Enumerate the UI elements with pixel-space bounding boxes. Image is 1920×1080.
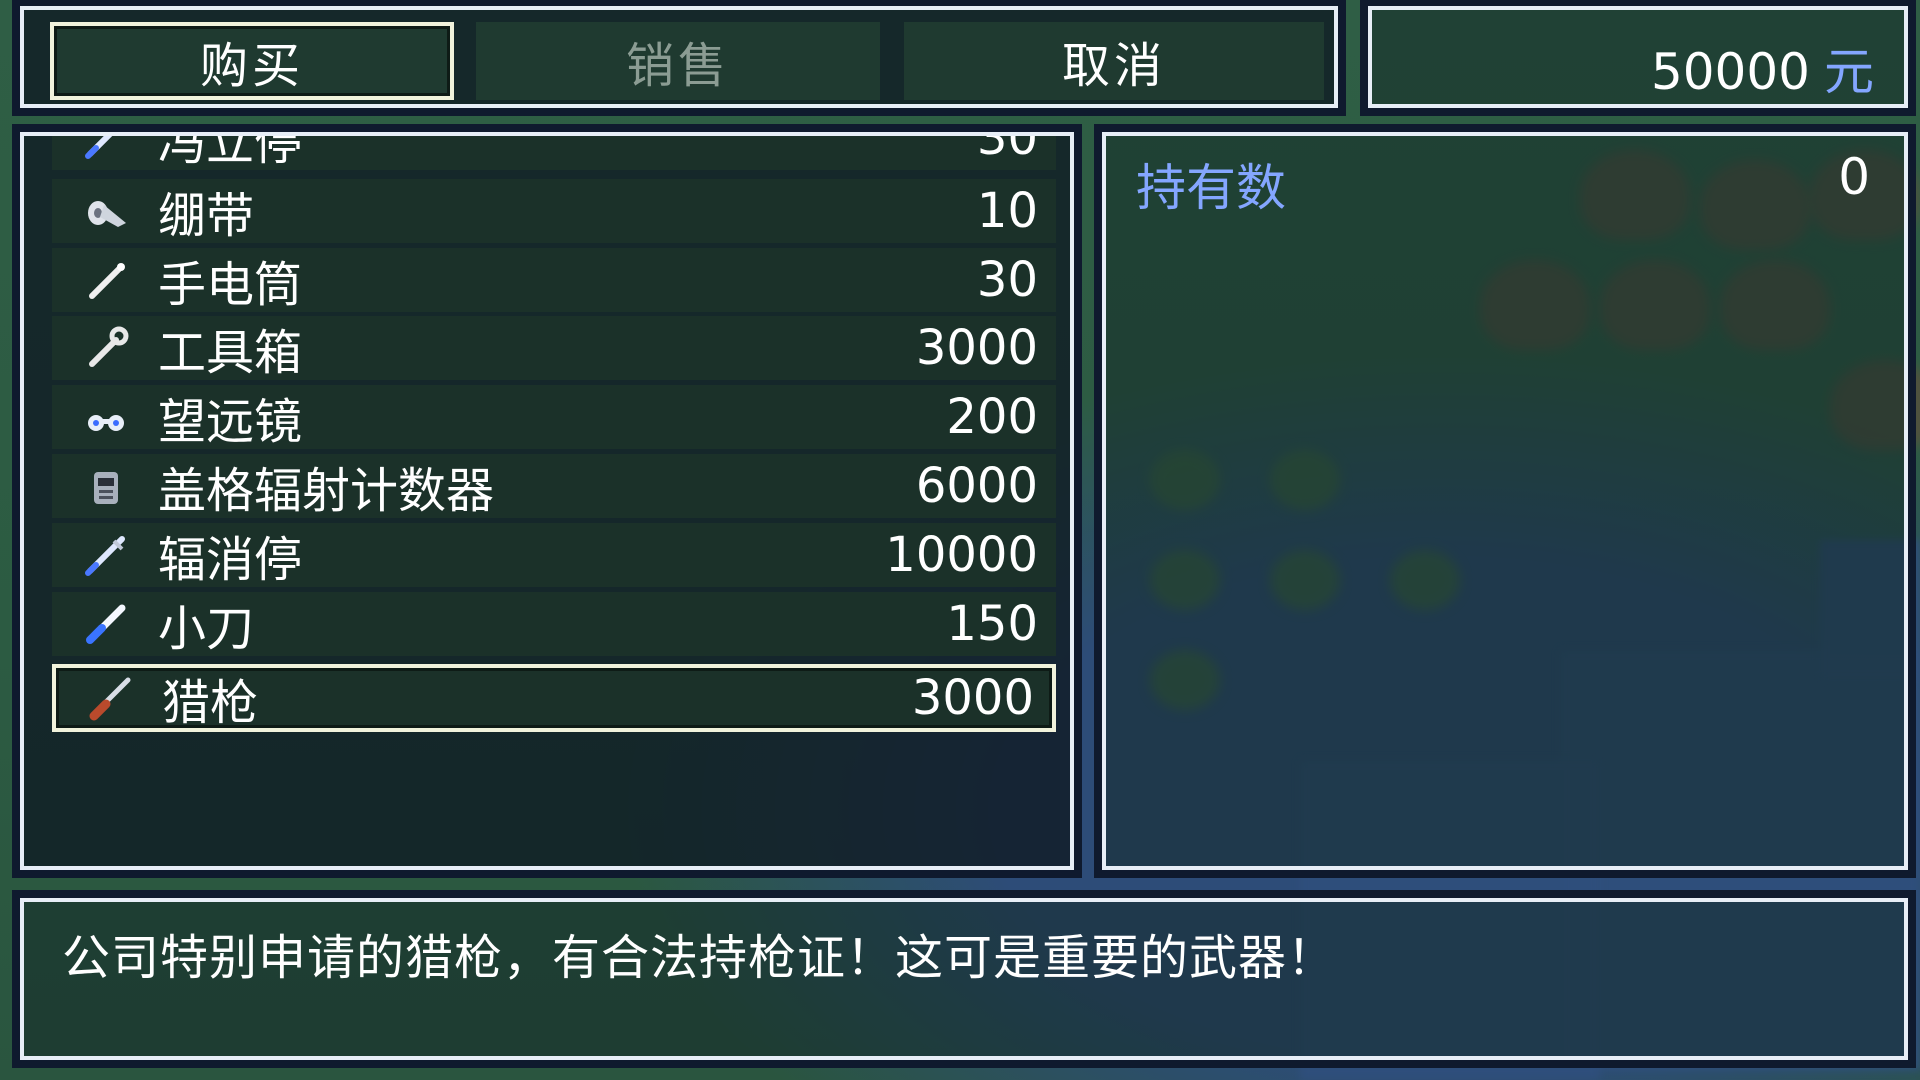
flashlight-icon-glyph [89,262,125,299]
shotgun-icon [80,668,140,728]
item-name: 绷带 [158,187,255,244]
item-name: 工具箱 [158,325,303,382]
gold-amount: 50000 [1650,43,1810,101]
syringe-icon-glyph [85,535,125,576]
item-price: 30 [976,251,1038,308]
item-name: 小刀 [158,600,255,657]
geiger-counter-icon-glyph [94,472,118,504]
binoculars-icon-glyph [88,415,124,432]
item-price: 200 [946,389,1038,446]
item-name: 望远镜 [158,394,303,451]
syringe-icon-glyph [85,136,113,159]
item-name: 手电筒 [158,256,303,313]
cancel-command[interactable]: 取消 [904,22,1324,100]
item-price: 3000 [911,670,1034,727]
item-name: 冯立停 [158,132,303,171]
item-price: 10 [976,182,1038,239]
shop-item-row[interactable]: 望远镜 200 [52,385,1056,451]
syringe-icon [76,136,136,168]
item-name: 辐消停 [158,531,303,588]
syringe-icon [76,525,136,585]
shop-item-row[interactable]: 冯立停 30 [52,132,1056,171]
currency-unit: 元 [1824,43,1874,101]
shop-item-row[interactable]: 绷带 10 [52,178,1056,244]
item-price: 3000 [915,320,1038,377]
item-name: 猎枪 [162,675,259,732]
flashlight-icon [76,250,136,310]
item-price: 150 [946,595,1038,652]
item-list-window: 冯立停 30 绷带 10 手电筒 30 工具箱 3000 望远镜 200 盖格辐射计数器 6000 辐消… [12,124,1082,878]
knife-icon [76,594,136,654]
item-description: 公司特别申请的猎枪，有合法持枪证！这可是重要的武器！ [62,930,1337,986]
item-price: 10000 [885,526,1038,583]
wrench-icon [76,318,136,378]
status-window: 持有数 0 [1094,124,1916,878]
shop-item-row-selected[interactable]: 猎枪 3000 [52,664,1056,733]
bandage-icon-glyph [88,200,126,227]
command-window: 购买 销售 取消 [12,0,1346,116]
gold-window: 50000 元 [1360,0,1916,116]
geiger-counter-icon [76,456,136,516]
bandage-icon [76,181,136,241]
shop-item-row[interactable]: 辐消停 10000 [52,522,1056,588]
knife-icon-glyph [86,604,126,644]
possession-label: 持有数 [1136,159,1286,217]
possession-count: 0 [1838,148,1870,206]
shotgun-icon-glyph [89,677,131,721]
shop-item-row[interactable]: 手电筒 30 [52,247,1056,313]
gold-display: 50000 元 [1651,32,1874,104]
shop-scene: 购买 销售 取消 50000 元 冯立停 30 绷带 10 手电筒 30 工具箱 3000 望远镜… [0,0,1920,1080]
buy-command[interactable]: 购买 [50,22,454,100]
wrench-icon-glyph [89,326,129,368]
shop-item-row[interactable]: 盖格辐射计数器 6000 [52,454,1056,519]
sell-command[interactable]: 销售 [476,22,880,100]
item-price: 30 [976,132,1038,166]
shop-item-row[interactable]: 工具箱 3000 [52,316,1056,382]
binoculars-icon [76,387,136,447]
help-window: 公司特别申请的猎枪，有合法持枪证！这可是重要的武器！ [12,890,1916,1068]
item-name: 盖格辐射计数器 [158,463,495,519]
shop-item-row[interactable]: 小刀 150 [52,591,1056,657]
item-price: 6000 [915,458,1038,514]
